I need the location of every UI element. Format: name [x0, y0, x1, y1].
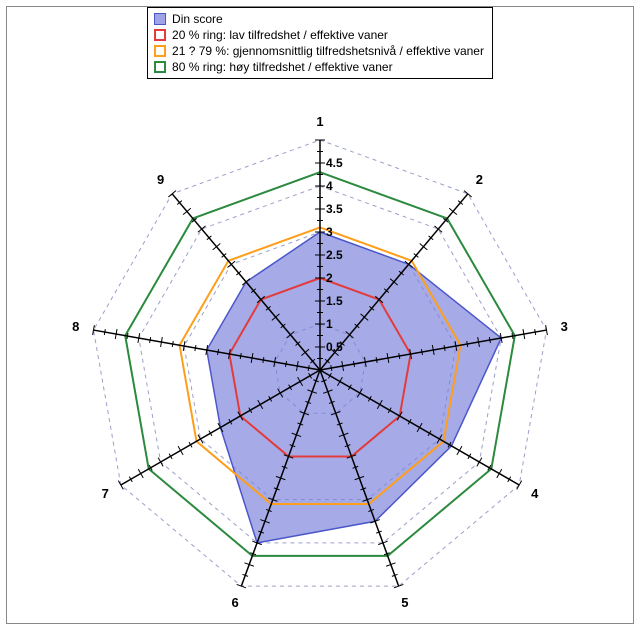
legend-item-din-score: Din score — [154, 11, 484, 27]
chart-border — [6, 6, 634, 624]
legend-swatch-low — [154, 29, 166, 41]
legend-label: 80 % ring: høy tilfredshet / effektive v… — [172, 59, 393, 75]
legend-label: 20 % ring: lav tilfredshet / effektive v… — [172, 27, 388, 43]
legend-item-low: 20 % ring: lav tilfredshet / effektive v… — [154, 27, 484, 43]
legend-swatch-din-score — [154, 13, 166, 25]
legend-item-mid: 21 ? 79 %: gjennomsnittlig tilfredshetsn… — [154, 43, 484, 59]
legend-swatch-high — [154, 61, 166, 73]
radar-chart-container: Din score 20 % ring: lav tilfredshet / e… — [0, 0, 640, 630]
legend-label: Din score — [172, 11, 223, 27]
legend-item-high: 80 % ring: høy tilfredshet / effektive v… — [154, 59, 484, 75]
legend: Din score 20 % ring: lav tilfredshet / e… — [147, 7, 493, 79]
legend-swatch-mid — [154, 45, 166, 57]
legend-label: 21 ? 79 %: gjennomsnittlig tilfredshetsn… — [172, 43, 484, 59]
